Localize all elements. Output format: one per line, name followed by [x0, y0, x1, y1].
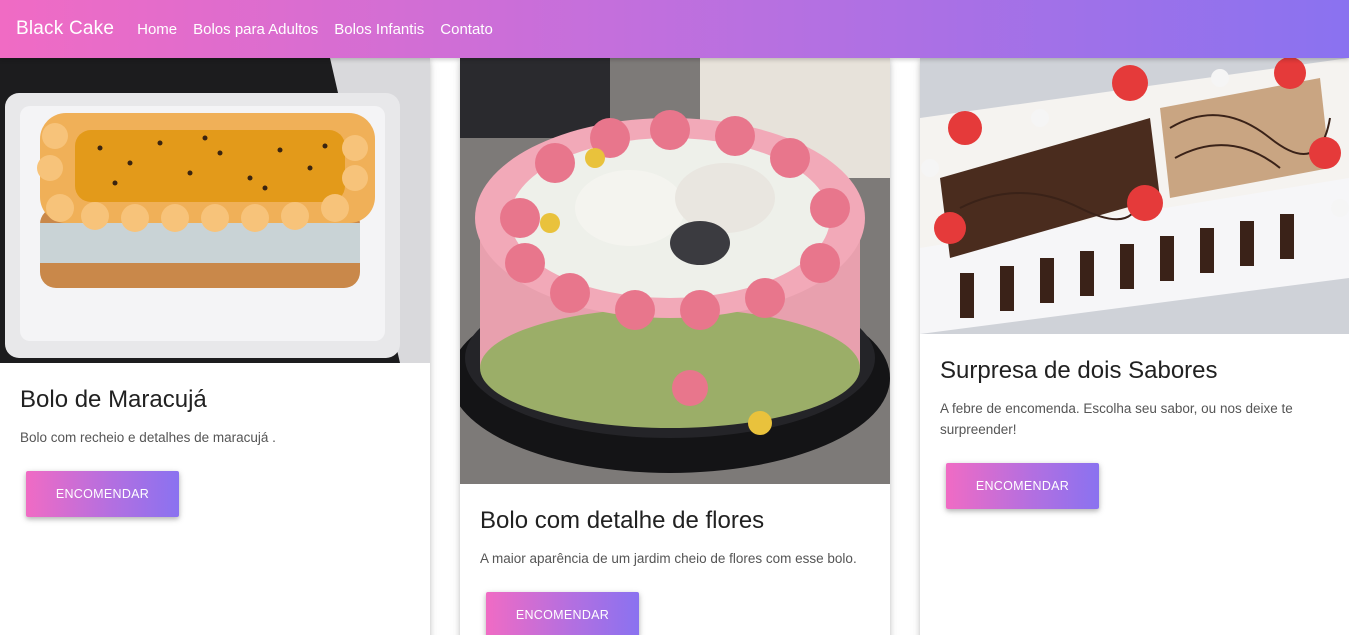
card-description: A maior aparência de um jardim cheio de … — [480, 551, 857, 566]
card-body: Surpresa de dois Sabores A febre de enco… — [920, 334, 1349, 509]
product-card-dois-sabores: Surpresa de dois Sabores A febre de enco… — [920, 58, 1349, 635]
navbar: Black Cake Home Bolos para Adultos Bolos… — [0, 0, 1349, 58]
product-card-maracuja: Bolo de Maracujá Bolo com recheio e deta… — [0, 58, 430, 635]
card-body: Bolo com detalhe de flores A maior aparê… — [460, 484, 890, 635]
nav-link-bolos-infantis[interactable]: Bolos Infantis — [334, 21, 424, 38]
card-description: A febre de encomenda. Escolha seu sabor,… — [940, 401, 1293, 437]
passion-fruit-cake-image — [0, 58, 430, 363]
card-title: Bolo com detalhe de flores — [480, 507, 765, 534]
strawberry-chocolate-cake-image — [920, 58, 1349, 334]
nav-link-home[interactable]: Home — [137, 21, 177, 38]
card-body: Bolo de Maracujá Bolo com recheio e deta… — [0, 363, 430, 517]
nav-link-contato[interactable]: Contato — [440, 21, 493, 38]
order-button-maracuja[interactable]: ENCOMENDAR — [26, 471, 179, 517]
card-title: Bolo de Maracujá — [20, 386, 207, 413]
brand-logo[interactable]: Black Cake — [16, 18, 114, 40]
card-title: Surpresa de dois Sabores — [940, 357, 1218, 384]
nav-link-bolos-adultos[interactable]: Bolos para Adultos — [193, 21, 318, 38]
product-card-flores: Bolo com detalhe de flores A maior aparê… — [460, 58, 890, 635]
flower-cake-image — [460, 58, 890, 484]
order-button-flores[interactable]: ENCOMENDAR — [486, 592, 639, 635]
order-button-dois-sabores[interactable]: ENCOMENDAR — [946, 463, 1099, 509]
card-description: Bolo com recheio e detalhes de maracujá … — [20, 430, 276, 445]
